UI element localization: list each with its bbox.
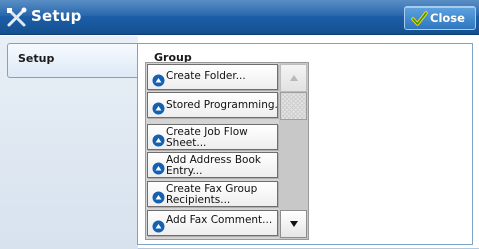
blue-circle-arrow-icon xyxy=(152,160,165,175)
close-button[interactable]: Close xyxy=(404,6,476,30)
create-fax-group-recipients-label-line2: Recipients... xyxy=(166,194,231,206)
close-button-label: Close xyxy=(430,11,465,25)
scroll-up-button[interactable] xyxy=(280,64,307,92)
tab-setup[interactable]: Setup xyxy=(7,43,137,78)
scrollbar-thumb[interactable] xyxy=(280,92,307,120)
checkmark-icon xyxy=(411,10,428,27)
add-fax-comment-label: Add Fax Comment... xyxy=(166,214,273,226)
tab-setup-label: Setup xyxy=(18,52,55,65)
create-job-flow-sheet-button[interactable]: Create Job Flow Sheet... xyxy=(147,124,278,150)
sidebar: Setup xyxy=(0,36,138,249)
blue-circle-arrow-icon xyxy=(152,218,165,233)
create-fax-group-recipients-button[interactable]: Create Fax Group Recipients... xyxy=(147,181,278,207)
triangle-down-icon xyxy=(290,221,298,227)
title-bar: Setup Close xyxy=(0,0,479,35)
blue-circle-arrow-icon xyxy=(152,132,165,147)
add-address-book-entry-button[interactable]: Add Address Book Entry... xyxy=(147,152,278,178)
stored-programming-label: Stored Programming... xyxy=(166,99,285,111)
add-address-book-entry-label-line2: Entry... xyxy=(166,165,203,177)
triangle-up-icon xyxy=(290,75,298,81)
scroll-down-button[interactable] xyxy=(280,210,307,238)
create-folder-label: Create Folder... xyxy=(166,70,246,82)
stored-programming-button[interactable]: Stored Programming... xyxy=(147,92,285,118)
blue-circle-arrow-icon xyxy=(152,189,165,204)
tools-icon xyxy=(6,7,28,29)
add-fax-comment-button[interactable]: Add Fax Comment... xyxy=(147,210,278,236)
window-title: Setup xyxy=(31,7,82,25)
blue-circle-arrow-icon xyxy=(152,72,165,87)
create-folder-button[interactable]: Create Folder... xyxy=(147,64,278,90)
blue-circle-arrow-icon xyxy=(152,100,165,115)
create-job-flow-sheet-label-line2: Sheet... xyxy=(166,137,207,149)
